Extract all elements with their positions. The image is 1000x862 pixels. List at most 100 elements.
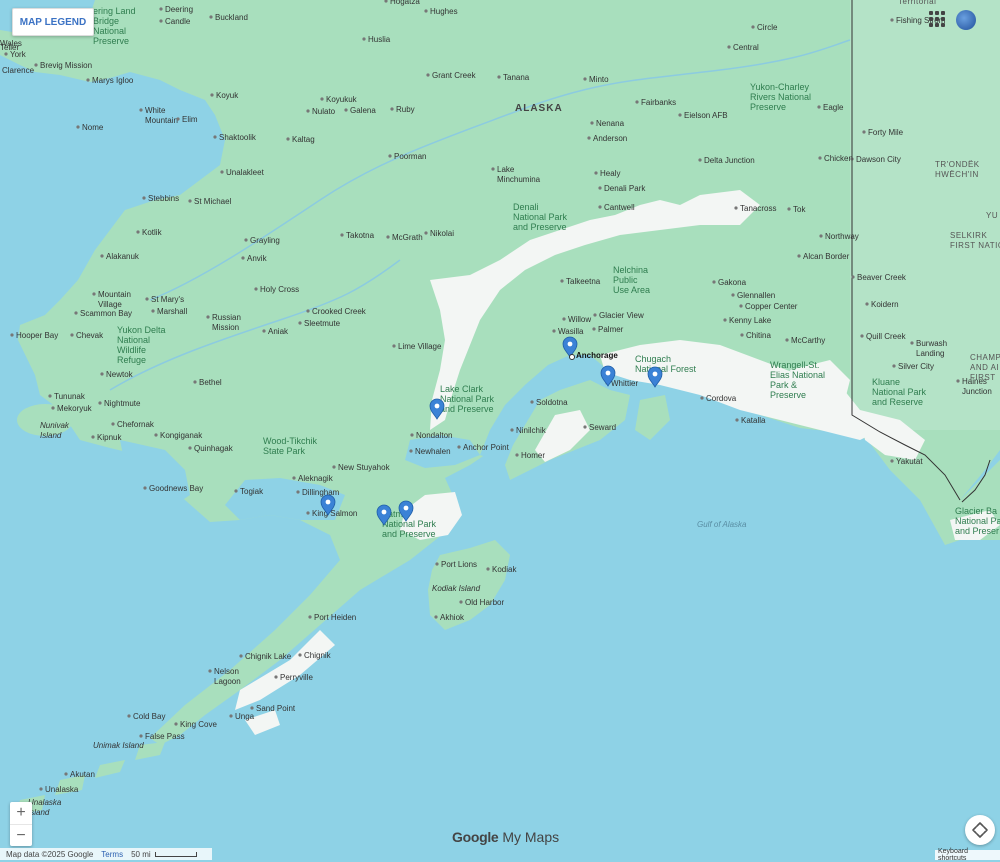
place-label-northway: Northway	[825, 232, 859, 241]
place-label-aleknagik: Aleknagik	[298, 474, 334, 483]
place-label-elim: Elim	[182, 115, 198, 124]
place-dot-mcgrath	[386, 235, 390, 239]
place-dot-ruby	[390, 107, 394, 111]
zoom-in-button[interactable]: +	[10, 802, 32, 824]
place-dot-lakeminchumina	[491, 167, 495, 171]
island-label-kodiakisl: Kodiak Island	[432, 584, 481, 593]
place-label-glennallen: Glennallen	[737, 291, 775, 300]
place-label-deering: Deering	[165, 5, 193, 14]
place-label-kongiganak: Kongiganak	[160, 431, 203, 440]
place-label-willow: Willow	[568, 315, 591, 324]
place-label-talkeetna: Talkeetna	[566, 277, 601, 286]
map-data-attribution: Map data ©2025 Google	[6, 849, 94, 859]
place-dot-burwash	[910, 341, 914, 345]
place-label-nondalton: Nondalton	[416, 431, 452, 440]
place-dot-stmichael	[188, 199, 192, 203]
place-label-aniak: Aniak	[268, 327, 289, 336]
place-dot-kingcove	[174, 722, 178, 726]
place-dot-grantcreek	[426, 73, 430, 77]
place-label-galena: Galena	[350, 106, 376, 115]
place-dot-kenny	[723, 318, 727, 322]
place-dot-haines	[956, 379, 960, 383]
place-label-quinhagak: Quinhagak	[194, 444, 234, 453]
keyboard-shortcuts-button[interactable]: Keyboard shortcuts	[935, 848, 1000, 862]
place-dot-tanana	[497, 75, 501, 79]
place-dot-deering	[159, 7, 163, 11]
place-dot-wasilla	[552, 329, 556, 333]
scale-bar[interactable]: 50 mi	[131, 850, 197, 859]
place-label-kingsalmon: King Salmon	[312, 509, 357, 518]
place-label-circle: Circle	[757, 23, 778, 32]
apps-grid-icon[interactable]	[928, 10, 946, 28]
place-label-chevak: Chevak	[76, 331, 104, 340]
place-label-tanacross: Tanacross	[740, 204, 776, 213]
fullscreen-button[interactable]	[965, 815, 995, 845]
place-dot-newstuyahok	[332, 465, 336, 469]
place-dot-katalla	[735, 418, 739, 422]
terms-link[interactable]: Terms	[101, 850, 123, 859]
place-label-kingcove: King Cove	[180, 720, 217, 729]
place-label-fortymile: Forty Mile	[868, 128, 904, 137]
place-label-katalla: Katalla	[741, 416, 766, 425]
place-label-nulato: Nulato	[312, 107, 336, 116]
place-label-alakanuk: Alakanuk	[106, 252, 140, 261]
place-label-koidern: Koidern	[871, 300, 899, 309]
place-label-tok: Tok	[793, 205, 806, 214]
place-label-beaver: Beaver Creek	[857, 273, 907, 282]
place-label-stebbins: Stebbins	[148, 194, 179, 203]
place-dot-buckland	[209, 15, 213, 19]
map-legend-button[interactable]: MAP LEGEND	[12, 8, 94, 36]
place-dot-palmer	[592, 327, 596, 331]
place-dot-york	[4, 52, 8, 56]
place-label-kipnuk: Kipnuk	[97, 433, 122, 442]
marker-center-dot	[381, 509, 387, 515]
place-dot-koyukuk	[320, 97, 324, 101]
place-label-marshall: Marshall	[157, 307, 187, 316]
place-dot-tanacross	[734, 206, 738, 210]
place-dot-beaver	[851, 275, 855, 279]
place-label-tununak: Tununak	[54, 392, 86, 401]
place-label-shaktoolik: Shaktoolik	[219, 133, 257, 142]
place-dot-crooked	[306, 309, 310, 313]
map-footer: Map data ©2025 Google Terms 50 mi	[0, 848, 212, 860]
place-dot-delta	[698, 158, 702, 162]
place-dot-russian	[206, 315, 210, 319]
place-label-koyukuk: Koyukuk	[326, 95, 358, 104]
place-dot-koidern	[865, 302, 869, 306]
zoom-out-button[interactable]: −	[10, 824, 32, 847]
place-label-stmichael: St Michael	[194, 197, 232, 206]
place-dot-circle	[751, 25, 755, 29]
place-label-mcgrath: McGrath	[392, 233, 423, 242]
territory-label-territorial: Territorial	[898, 0, 936, 6]
place-dot-chignik	[298, 653, 302, 657]
place-dot-gakona	[712, 280, 716, 284]
place-dot-kodiak	[486, 567, 490, 571]
place-label-poorman: Poorman	[394, 152, 426, 161]
place-dot-candle	[159, 19, 163, 23]
place-label-koyuk: Koyuk	[216, 91, 239, 100]
place-dot-central	[727, 45, 731, 49]
place-label-fairbanks: Fairbanks	[641, 98, 676, 107]
place-label-crooked: Crooked Creek	[312, 307, 367, 316]
place-label-cordova: Cordova	[706, 394, 737, 403]
region-label: ALASKA	[515, 103, 563, 114]
place-dot-newtok	[100, 372, 104, 376]
marker-center-dot	[403, 505, 409, 511]
place-label-kodiak: Kodiak	[492, 565, 517, 574]
place-dot-talkeetna	[560, 279, 564, 283]
place-dot-fishing	[890, 18, 894, 22]
place-dot-quinhagak	[188, 446, 192, 450]
avatar[interactable]	[956, 10, 976, 30]
place-label-unga: Unga	[235, 712, 255, 721]
place-label-goodnews: Goodnews Bay	[149, 484, 203, 493]
place-label-buckland: Buckland	[215, 13, 248, 22]
place-dot-fairbanks	[635, 100, 639, 104]
place-label-hooper: Hooper Bay	[16, 331, 58, 340]
map-canvas[interactable]: Hogatza Hughes Deering Candle Buckland Huslia…	[0, 0, 1000, 860]
place-label-mekoryuk: Mekoryuk	[57, 404, 93, 413]
place-dot-togiak	[234, 489, 238, 493]
place-label-brevig: Brevig Mission	[40, 61, 92, 70]
place-dot-nondalton	[410, 433, 414, 437]
place-dot-akhiok	[434, 615, 438, 619]
place-label-glacier: Glacier View	[599, 311, 644, 320]
